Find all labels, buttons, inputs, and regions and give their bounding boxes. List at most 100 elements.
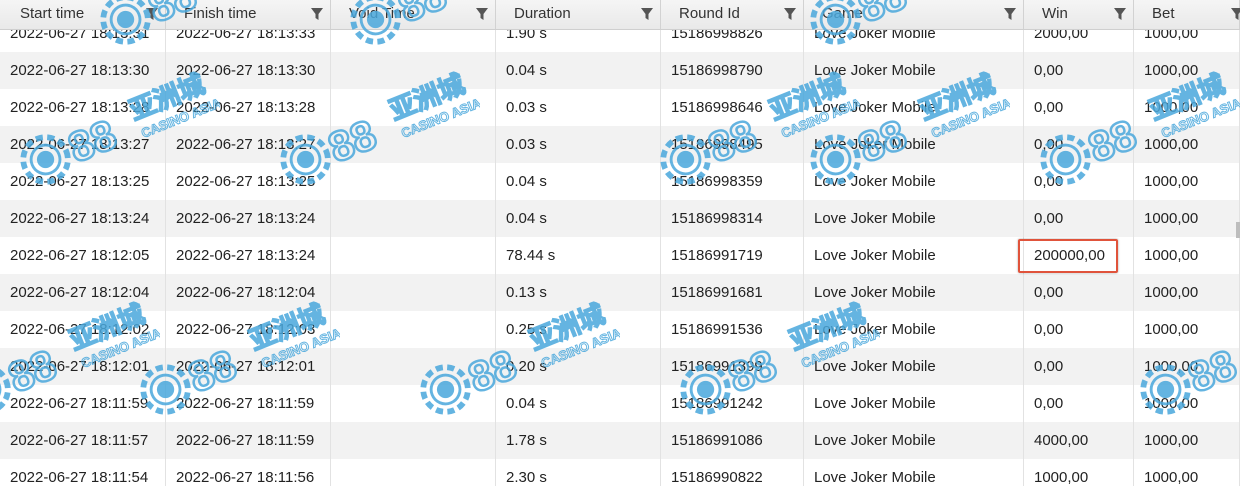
cell-duration: 0.04 s [496,385,661,422]
column-header-finish[interactable]: Finish time [166,0,331,29]
table-row[interactable]: 2022-06-27 18:12:02 2022-06-27 18:12:03 0.… [0,311,1240,348]
column-header-label: Bet [1152,5,1175,22]
cell-void [331,385,496,422]
cell-game: Love Joker Mobile [804,30,1024,52]
column-header-label: Game [822,5,863,22]
cell-win: 0,00 [1024,311,1134,348]
cell-bet: 1000,00 [1134,52,1240,89]
cell-duration: 0.04 s [496,52,661,89]
cell-start: 2022-06-27 18:13:28 [0,89,166,126]
cell-void [331,163,496,200]
column-header-label: Start time [20,5,85,22]
cell-start: 2022-06-27 18:11:54 [0,459,166,486]
cell-game: Love Joker Mobile [804,422,1024,459]
filter-funnel-icon[interactable] [146,8,158,21]
table-row[interactable]: 2022-06-27 18:13:25 2022-06-27 18:13:25 0.… [0,163,1240,200]
filter-funnel-icon[interactable] [476,8,488,21]
table-row[interactable]: 2022-06-27 18:13:24 2022-06-27 18:13:24 0.… [0,200,1240,237]
cell-bet: 1000,00 [1134,385,1240,422]
filter-funnel-icon[interactable] [641,8,653,21]
cell-game: Love Joker Mobile [804,459,1024,486]
column-header-win[interactable]: Win [1024,0,1134,29]
cell-round: 15186998359 [661,163,804,200]
cell-round: 15186998646 [661,89,804,126]
column-header-label: Win [1042,5,1068,22]
cell-bet: 1000,00 [1134,89,1240,126]
cell-finish: 2022-06-27 18:13:25 [166,163,331,200]
cell-bet: 1000,00 [1134,237,1240,274]
cell-round: 15186991086 [661,422,804,459]
grid-body: 2022-06-27 18:13:31 2022-06-27 18:13:33 1.… [0,30,1240,486]
cell-game: Love Joker Mobile [804,200,1024,237]
rounds-grid: Start time Finish time Void Time Duration Ro… [0,0,1240,486]
cell-void [331,311,496,348]
cell-finish: 2022-06-27 18:13:24 [166,200,331,237]
cell-void [331,422,496,459]
cell-win: 0,00 [1024,385,1134,422]
cell-duration: 0.04 s [496,163,661,200]
table-row[interactable]: 2022-06-27 18:12:01 2022-06-27 18:12:01 0.… [0,348,1240,385]
table-row[interactable]: 2022-06-27 18:13:31 2022-06-27 18:13:33 1.… [0,30,1240,52]
cell-finish: 2022-06-27 18:11:59 [166,422,331,459]
cell-start: 2022-06-27 18:12:02 [0,311,166,348]
cell-win: 4000,00 [1024,422,1134,459]
cell-round: 15186998790 [661,52,804,89]
vertical-scrollbar[interactable] [1236,222,1240,238]
table-row[interactable]: 2022-06-27 18:11:57 2022-06-27 18:11:59 1.… [0,422,1240,459]
cell-void [331,30,496,52]
cell-win: 1000,00 [1024,459,1134,486]
filter-funnel-icon[interactable] [1004,8,1016,21]
filter-funnel-icon[interactable] [311,8,323,21]
column-header-game[interactable]: Game [804,0,1024,29]
cell-round: 15186998495 [661,126,804,163]
table-row[interactable]: 2022-06-27 18:13:27 2022-06-27 18:13:27 0.… [0,126,1240,163]
column-header-round[interactable]: Round Id [661,0,804,29]
cell-finish: 2022-06-27 18:11:56 [166,459,331,486]
filter-funnel-icon[interactable] [1114,8,1126,21]
cell-bet: 1000,00 [1134,30,1240,52]
cell-round: 15186998826 [661,30,804,52]
cell-round: 15186991536 [661,311,804,348]
cell-bet: 1000,00 [1134,126,1240,163]
cell-void [331,200,496,237]
filter-funnel-icon[interactable] [1231,8,1240,21]
table-row[interactable]: 2022-06-27 18:11:59 2022-06-27 18:11:59 0.… [0,385,1240,422]
cell-bet: 1000,00 [1134,422,1240,459]
cell-bet: 1000,00 [1134,163,1240,200]
table-row[interactable]: 2022-06-27 18:11:54 2022-06-27 18:11:56 2.… [0,459,1240,486]
column-header-duration[interactable]: Duration [496,0,661,29]
cell-game: Love Joker Mobile [804,385,1024,422]
cell-round: 15186991681 [661,274,804,311]
column-header-start[interactable]: Start time [0,0,166,29]
cell-round: 15186991399 [661,348,804,385]
cell-duration: 0.03 s [496,89,661,126]
cell-start: 2022-06-27 18:11:59 [0,385,166,422]
cell-duration: 2.30 s [496,459,661,486]
cell-game: Love Joker Mobile [804,311,1024,348]
cell-game: Love Joker Mobile [804,52,1024,89]
filter-funnel-icon[interactable] [784,8,796,21]
cell-duration: 0.25 s [496,311,661,348]
highlight-box [1018,239,1118,273]
column-header-void[interactable]: Void Time [331,0,496,29]
cell-win: 0,00 [1024,274,1134,311]
table-row[interactable]: 2022-06-27 18:13:30 2022-06-27 18:13:30 0.… [0,52,1240,89]
column-header-label: Duration [514,5,571,22]
cell-game: Love Joker Mobile [804,237,1024,274]
cell-game: Love Joker Mobile [804,274,1024,311]
cell-win: 0,00 [1024,348,1134,385]
cell-start: 2022-06-27 18:13:31 [0,30,166,52]
column-header-bet[interactable]: Bet [1134,0,1240,29]
cell-bet: 1000,00 [1134,274,1240,311]
cell-duration: 1.78 s [496,422,661,459]
cell-duration: 1.90 s [496,30,661,52]
cell-round: 15186998314 [661,200,804,237]
cell-start: 2022-06-27 18:12:01 [0,348,166,385]
table-row[interactable]: 2022-06-27 18:12:04 2022-06-27 18:12:04 0.… [0,274,1240,311]
table-row[interactable]: 2022-06-27 18:13:28 2022-06-27 18:13:28 0.… [0,89,1240,126]
cell-void [331,348,496,385]
cell-start: 2022-06-27 18:12:05 [0,237,166,274]
cell-finish: 2022-06-27 18:13:30 [166,52,331,89]
cell-finish: 2022-06-27 18:12:01 [166,348,331,385]
cell-win: 0,00 [1024,163,1134,200]
